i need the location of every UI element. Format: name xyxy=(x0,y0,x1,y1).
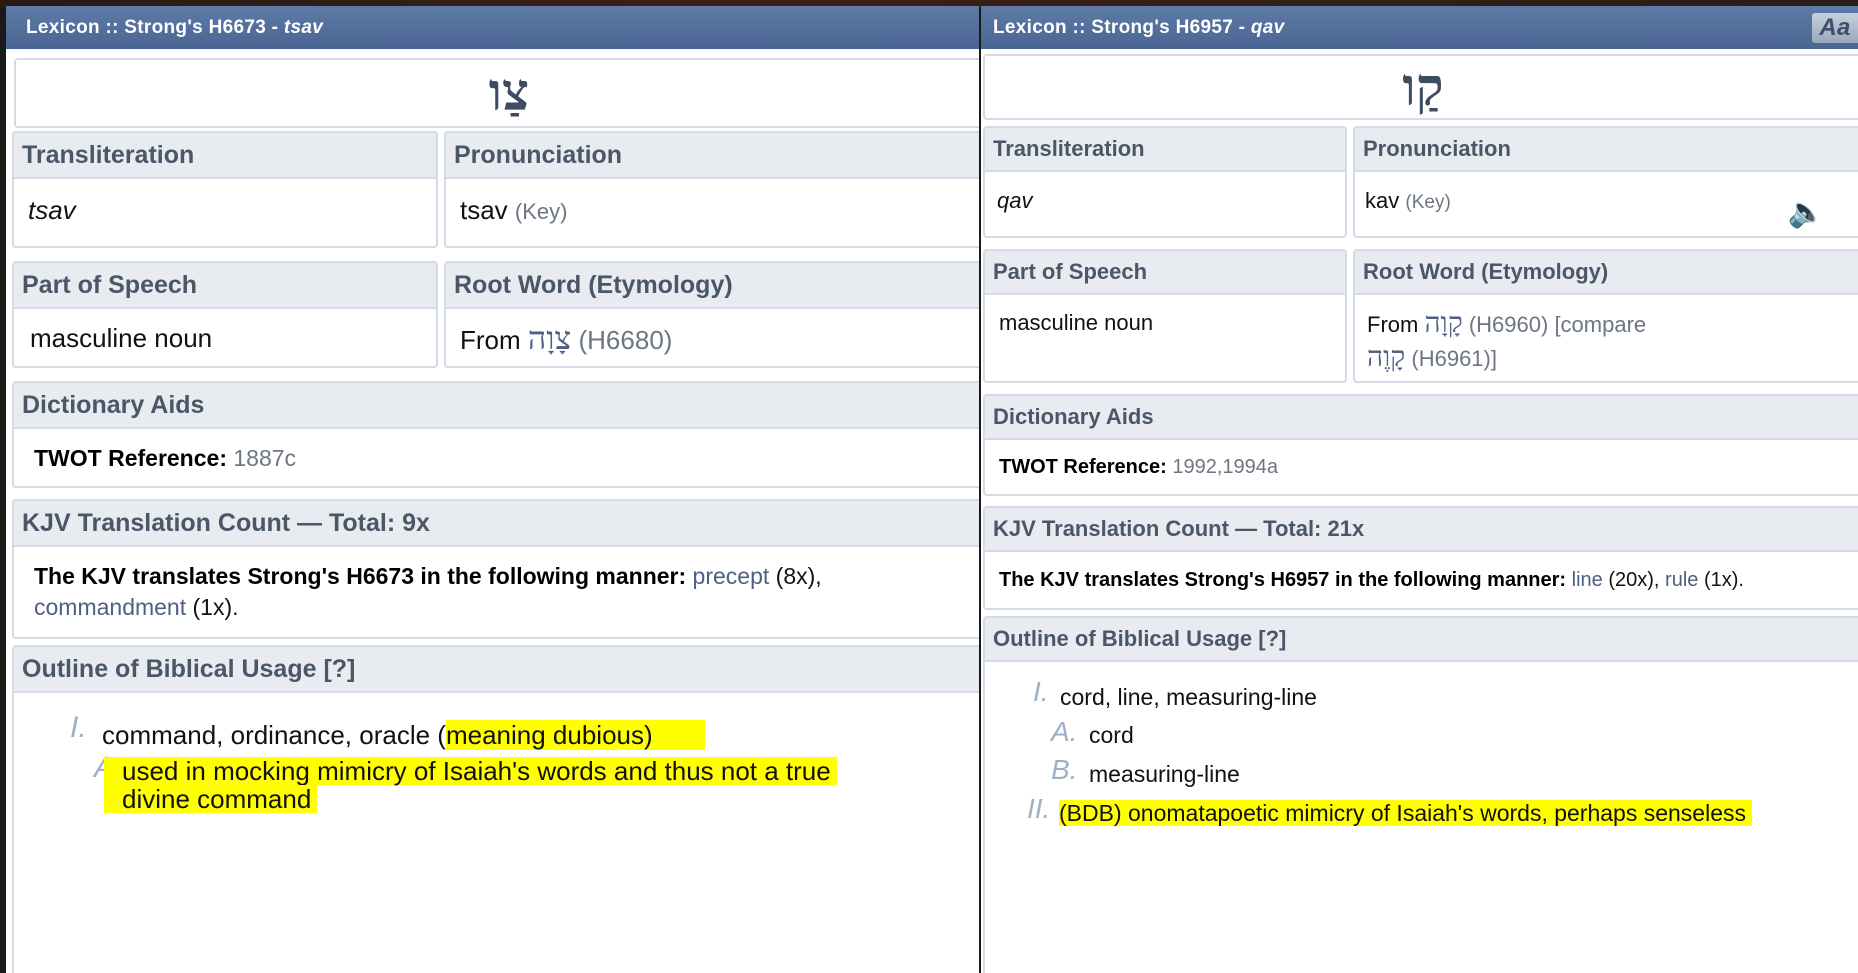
font-size-button[interactable]: Aa xyxy=(1812,13,1858,43)
outline-label: Outline of Biblical Usage [?] xyxy=(14,647,979,693)
dictionary-aids-label: Dictionary Aids xyxy=(985,396,1858,440)
root-word-label: Root Word (Etymology) xyxy=(446,263,979,309)
outline-numeral: B. xyxy=(1051,754,1078,785)
part-of-speech-value: masculine noun xyxy=(999,310,1154,335)
outline-numeral: II. xyxy=(1027,793,1051,824)
dictionary-aids-card: Dictionary Aids TWOT Reference: 1992,199… xyxy=(983,394,1858,496)
root-strongs-link[interactable]: (H6961)] xyxy=(1411,346,1497,371)
title-text: Lexicon :: Strong's H6957 - xyxy=(993,17,1251,38)
root-hebrew-link[interactable]: צָוָה xyxy=(528,319,571,357)
highlighted-text: divine command xyxy=(104,785,318,813)
pronunciation-label: Pronunciation xyxy=(446,133,979,179)
lemma-card: קַו xyxy=(983,54,1858,120)
outline-text: measuring-line xyxy=(1089,761,1240,787)
kjv-word-link[interactable]: line xyxy=(1572,569,1603,591)
part-of-speech-card: Part of Speech masculine noun xyxy=(12,261,438,368)
title-word: qav xyxy=(1250,17,1285,38)
transliteration-label: Transliteration xyxy=(14,133,436,179)
pronunciation-key-link[interactable]: (Key) xyxy=(1405,192,1450,213)
kjv-lead-text: The KJV translates Strong's H6673 in the… xyxy=(34,563,687,589)
lexicon-panel-right: Lexicon :: Strong's H6957 - qav Aa קַו T… xyxy=(981,6,1858,973)
highlighted-text: meaning dubious) xyxy=(445,720,705,750)
kjv-word-count: (8x), xyxy=(775,563,822,589)
pronunciation-value: kav xyxy=(1365,188,1400,213)
root-hebrew-link[interactable]: קָוֶה xyxy=(1367,340,1405,373)
outline-numeral: A. xyxy=(1051,716,1078,747)
highlighted-text: (BDB) onomatapoetic mimicry of Isaiah's … xyxy=(1059,800,1753,826)
title-word: tsav xyxy=(283,17,324,38)
root-word-label: Root Word (Etymology) xyxy=(1355,251,1858,295)
kjv-word-link[interactable]: precept xyxy=(693,563,770,589)
pronunciation-label: Pronunciation xyxy=(1355,128,1858,172)
dictionary-aids-label: Dictionary Aids xyxy=(14,383,979,429)
part-of-speech-label: Part of Speech xyxy=(14,263,436,309)
twot-reference-link[interactable]: 1887c xyxy=(233,445,296,471)
panel-title: Lexicon :: Strong's H6673 - tsav xyxy=(6,6,979,49)
root-word-card: Root Word (Etymology) From צָוָה (H6680) xyxy=(444,261,979,368)
outline-card: Outline of Biblical Usage [?] I. command… xyxy=(12,645,979,973)
title-text: Lexicon :: Strong's H6673 - xyxy=(26,17,284,38)
pronunciation-key-link[interactable]: (Key) xyxy=(515,199,568,224)
root-from-text: From xyxy=(1367,312,1419,337)
speaker-icon[interactable]: 🔈 xyxy=(1788,184,1825,236)
kjv-count-label: KJV Translation Count — Total: 9x xyxy=(14,501,979,547)
outline-label: Outline of Biblical Usage [?] xyxy=(985,618,1858,662)
transliteration-value: tsav xyxy=(28,195,76,225)
pronunciation-card: Pronunciation tsav (Key) xyxy=(444,131,979,248)
lemma-card: צַו xyxy=(14,58,979,128)
pronunciation-value: tsav xyxy=(460,195,508,225)
twot-reference-link[interactable]: 1992,1994a xyxy=(1172,456,1278,478)
hebrew-lemma: קַו xyxy=(1402,57,1444,118)
kjv-count-card: KJV Translation Count — Total: 9x The KJ… xyxy=(12,499,979,639)
highlighted-text: used in mocking mimicry of Isaiah's word… xyxy=(104,757,837,785)
twot-label: TWOT Reference: xyxy=(999,456,1167,478)
root-word-card: Root Word (Etymology) From קָוָה (H6960)… xyxy=(1353,249,1858,383)
part-of-speech-value: masculine noun xyxy=(30,323,213,353)
kjv-word-link[interactable]: commandment xyxy=(34,594,186,620)
part-of-speech-card: Part of Speech masculine noun xyxy=(983,249,1347,383)
transliteration-card: Transliteration tsav xyxy=(12,131,438,248)
lexicon-panel-left: Lexicon :: Strong's H6673 - tsav צַו Tra… xyxy=(6,6,979,973)
part-of-speech-label: Part of Speech xyxy=(985,251,1345,295)
kjv-word-link[interactable]: rule xyxy=(1665,569,1698,591)
root-strongs-link[interactable]: (H6960) [compare xyxy=(1469,312,1646,337)
twot-label: TWOT Reference: xyxy=(34,445,227,471)
kjv-word-count: (1x). xyxy=(192,594,239,620)
hebrew-lemma: צַו xyxy=(488,62,530,123)
kjv-lead-text: The KJV translates Strong's H6957 in the… xyxy=(999,569,1567,591)
outline-numeral: I. xyxy=(1033,676,1049,707)
transliteration-card: Transliteration qav xyxy=(983,126,1347,238)
kjv-count-card: KJV Translation Count — Total: 21x The K… xyxy=(983,506,1858,610)
transliteration-value: qav xyxy=(997,188,1033,213)
transliteration-label: Transliteration xyxy=(985,128,1345,172)
kjv-word-count: (1x). xyxy=(1703,569,1744,591)
kjv-word-count: (20x), xyxy=(1608,569,1660,591)
outline-text: cord xyxy=(1089,722,1134,748)
outline-numeral: I. xyxy=(70,711,87,744)
root-strongs-link[interactable]: (H6680) xyxy=(579,325,673,355)
root-from-text: From xyxy=(460,325,521,355)
dictionary-aids-card: Dictionary Aids TWOT Reference: 1887c xyxy=(12,381,979,488)
outline-text: command, ordinance, oracle ( xyxy=(102,720,446,750)
outline-text: cord, line, measuring-line xyxy=(1060,684,1317,710)
kjv-count-label: KJV Translation Count — Total: 21x xyxy=(985,508,1858,552)
root-hebrew-link[interactable]: קָוָה xyxy=(1424,306,1462,339)
panel-title: Lexicon :: Strong's H6957 - qav Aa xyxy=(981,6,1858,49)
outline-card: Outline of Biblical Usage [?] I. cord, l… xyxy=(983,616,1858,973)
pronunciation-card: Pronunciation kav (Key) 🔈 xyxy=(1353,126,1858,238)
